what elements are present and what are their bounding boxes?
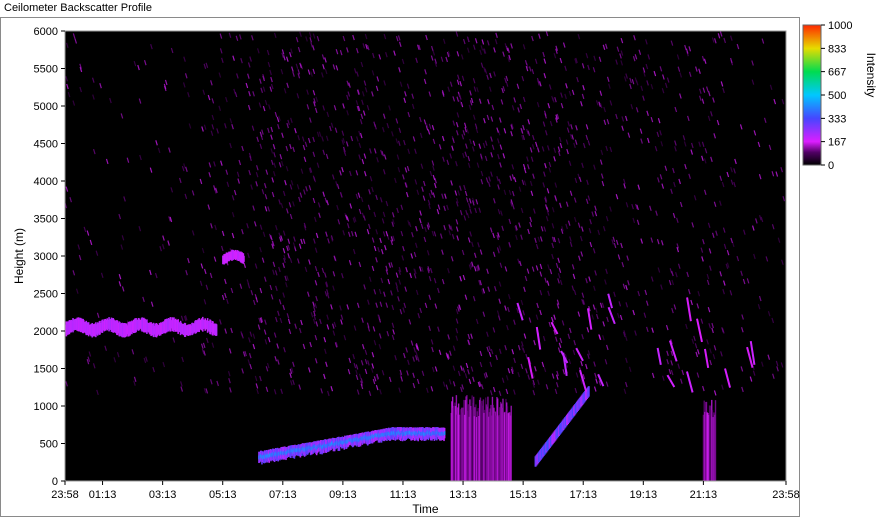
rising-column — [587, 386, 590, 397]
x-tick-label: 23:58 — [772, 489, 800, 501]
y-tick-label: 5000 — [34, 101, 58, 113]
colorbar-tick-label: 500 — [828, 90, 846, 102]
colorbar-label: Intensity — [864, 53, 878, 98]
chart-frame: 23:58 01:13 03:13 05:13 07:13 09:13 11:13 13:13… — [0, 17, 878, 517]
colorbar-tick-label: 833 — [828, 43, 846, 55]
y-tick-label: 3000 — [34, 251, 58, 263]
precip-column — [510, 405, 512, 481]
colorbar: 1000 833 667 500 333 167 0 — [802, 20, 852, 172]
x-axis: 23:58 01:13 03:13 05:13 07:13 09:13 11:13 13:13… — [51, 481, 800, 501]
x-tick-label: 07:13 — [269, 489, 297, 501]
y-axis-label: Height (m) — [12, 228, 26, 284]
y-tick-label: 1500 — [34, 364, 58, 376]
colorbar-tick-label: 333 — [828, 113, 846, 125]
cloud-column — [215, 324, 218, 336]
x-tick-label: 01:13 — [89, 489, 117, 501]
x-tick-label: 23:58 — [51, 489, 79, 501]
colorbar-tick-label: 1000 — [828, 20, 852, 32]
colorbar-tick-label: 667 — [828, 67, 846, 79]
y-tick-label: 6000 — [34, 26, 58, 38]
y-tick-label: 2000 — [34, 326, 58, 338]
x-tick-label: 15:13 — [509, 489, 537, 501]
x-tick-label: 09:13 — [329, 489, 357, 501]
x-axis-label: Time — [412, 502, 439, 516]
plot-background — [65, 31, 786, 481]
plot-area — [64, 30, 787, 482]
precip-column — [714, 400, 717, 481]
colorbar-tick-label: 0 — [828, 160, 834, 172]
y-tick-label: 1000 — [34, 401, 58, 413]
x-tick-label: 13:13 — [449, 489, 477, 501]
x-tick-label: 05:13 — [209, 489, 237, 501]
y-axis: 0 500 1000 1500 2000 2500 3000 3500 4000 4500 5000… — [34, 26, 65, 488]
x-tick-label: 11:13 — [390, 489, 417, 501]
y-tick-label: 0 — [52, 476, 58, 488]
colorbar-tick-label: 167 — [828, 137, 846, 149]
y-tick-label: 5500 — [34, 64, 58, 76]
colorbar-scale — [802, 24, 822, 166]
y-tick-label: 4000 — [34, 176, 58, 188]
heatmap-chart: 23:58 01:13 03:13 05:13 07:13 09:13 11:13 13:13… — [12, 20, 878, 516]
y-tick-label: 2500 — [34, 289, 58, 301]
x-tick-label: 21:13 — [690, 489, 718, 501]
y-tick-label: 3500 — [34, 214, 58, 226]
x-tick-label: 19:13 — [630, 489, 658, 501]
x-tick-label: 03:13 — [149, 489, 177, 501]
y-tick-label: 500 — [40, 439, 58, 451]
window-title: Ceilometer Backscatter Profile — [4, 2, 152, 14]
y-tick-label: 4500 — [34, 139, 58, 151]
x-tick-label: 17:13 — [569, 489, 597, 501]
boundary-core — [443, 431, 446, 435]
cloud-column — [243, 255, 245, 262]
